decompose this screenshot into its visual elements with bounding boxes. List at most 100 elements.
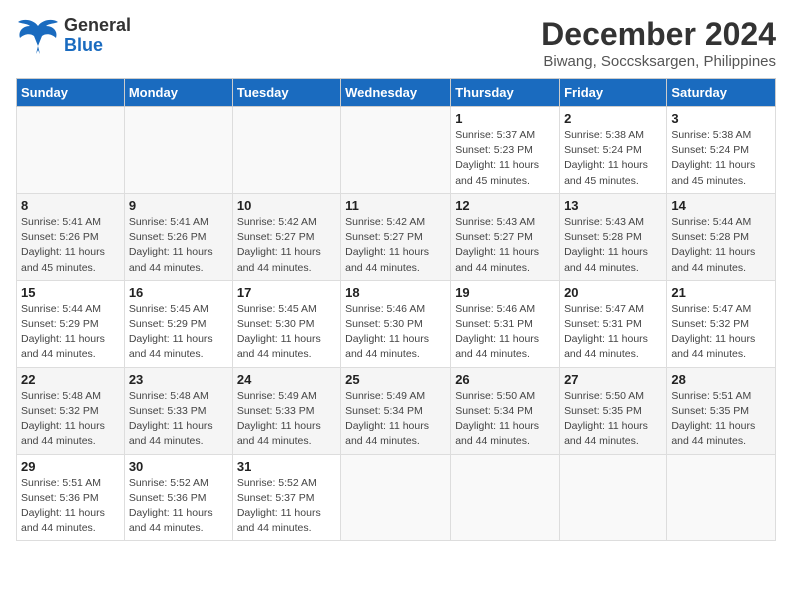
day-info: Sunrise: 5:51 AMSunset: 5:35 PMDaylight:…: [671, 389, 771, 450]
calendar-table: SundayMondayTuesdayWednesdayThursdayFrid…: [16, 78, 776, 541]
calendar-cell: 8 Sunrise: 5:41 AMSunset: 5:26 PMDaylight…: [17, 193, 125, 280]
day-number: 28: [671, 372, 771, 387]
day-info: Sunrise: 5:50 AMSunset: 5:35 PMDaylight:…: [564, 389, 662, 450]
day-number: 10: [237, 198, 336, 213]
calendar-cell: 22 Sunrise: 5:48 AMSunset: 5:32 PMDayligh…: [17, 367, 125, 454]
day-number: 14: [671, 198, 771, 213]
calendar-cell: 12Sunrise: 5:43 AMSunset: 5:27 PMDayligh…: [451, 193, 560, 280]
day-info: Sunrise: 5:41 AMSunset: 5:26 PMDaylight:…: [129, 215, 228, 276]
day-info: Sunrise: 5:48 AMSunset: 5:33 PMDaylight:…: [129, 389, 228, 450]
day-number: 30: [129, 459, 228, 474]
calendar-cell: 26 Sunrise: 5:50 AMSunset: 5:34 PMDayligh…: [451, 367, 560, 454]
day-number: 13: [564, 198, 662, 213]
day-info: Sunrise: 5:37 AMSunset: 5:23 PMDaylight:…: [455, 128, 555, 189]
calendar-cell: 19 Sunrise: 5:46 AMSunset: 5:31 PMDayligh…: [451, 280, 560, 367]
day-number: 12: [455, 198, 555, 213]
calendar-cell: 30 Sunrise: 5:52 AMSunset: 5:36 PMDayligh…: [124, 454, 232, 541]
header-monday: Monday: [124, 79, 232, 107]
day-info: Sunrise: 5:45 AMSunset: 5:30 PMDaylight:…: [237, 302, 336, 363]
day-info: Sunrise: 5:47 AMSunset: 5:31 PMDaylight:…: [564, 302, 662, 363]
calendar-cell: 25 Sunrise: 5:49 AMSunset: 5:34 PMDayligh…: [341, 367, 451, 454]
calendar-cell: 2 Sunrise: 5:38 AMSunset: 5:24 PMDaylight…: [560, 107, 667, 194]
calendar-cell: 21 Sunrise: 5:47 AMSunset: 5:32 PMDayligh…: [667, 280, 776, 367]
day-info: Sunrise: 5:50 AMSunset: 5:34 PMDaylight:…: [455, 389, 555, 450]
day-info: Sunrise: 5:51 AMSunset: 5:36 PMDaylight:…: [21, 476, 120, 537]
day-info: Sunrise: 5:52 AMSunset: 5:36 PMDaylight:…: [129, 476, 228, 537]
day-number: 31: [237, 459, 336, 474]
header-friday: Friday: [560, 79, 667, 107]
day-info: Sunrise: 5:45 AMSunset: 5:29 PMDaylight:…: [129, 302, 228, 363]
title-area: December 2024 Biwang, Soccsksargen, Phil…: [541, 16, 776, 70]
week-row-1: 1 Sunrise: 5:37 AMSunset: 5:23 PMDaylight…: [17, 107, 776, 194]
calendar-cell: 10Sunrise: 5:42 AMSunset: 5:27 PMDayligh…: [232, 193, 340, 280]
calendar-cell: [451, 454, 560, 541]
week-row-5: 29 Sunrise: 5:51 AMSunset: 5:36 PMDayligh…: [17, 454, 776, 541]
calendar-cell: [17, 107, 125, 194]
day-info: Sunrise: 5:49 AMSunset: 5:34 PMDaylight:…: [345, 389, 446, 450]
calendar-cell: 17 Sunrise: 5:45 AMSunset: 5:30 PMDayligh…: [232, 280, 340, 367]
calendar-cell: 18 Sunrise: 5:46 AMSunset: 5:30 PMDayligh…: [341, 280, 451, 367]
day-info: Sunrise: 5:43 AMSunset: 5:28 PMDaylight:…: [564, 215, 662, 276]
day-number: 8: [21, 198, 120, 213]
day-number: 19: [455, 285, 555, 300]
page-header: General Blue December 2024 Biwang, Soccs…: [16, 16, 776, 70]
calendar-cell: 29 Sunrise: 5:51 AMSunset: 5:36 PMDayligh…: [17, 454, 125, 541]
calendar-cell: [341, 454, 451, 541]
day-number: 21: [671, 285, 771, 300]
day-number: 2: [564, 111, 662, 126]
calendar-cell: 24Sunrise: 5:49 AMSunset: 5:33 PMDayligh…: [232, 367, 340, 454]
day-number: 22: [21, 372, 120, 387]
calendar-cell: 27 Sunrise: 5:50 AMSunset: 5:35 PMDayligh…: [560, 367, 667, 454]
day-info: Sunrise: 5:38 AMSunset: 5:24 PMDaylight:…: [671, 128, 771, 189]
calendar-cell: 20 Sunrise: 5:47 AMSunset: 5:31 PMDayligh…: [560, 280, 667, 367]
day-number: 26: [455, 372, 555, 387]
header-saturday: Saturday: [667, 79, 776, 107]
calendar-cell: 14 Sunrise: 5:44 AMSunset: 5:28 PMDayligh…: [667, 193, 776, 280]
header-tuesday: Tuesday: [232, 79, 340, 107]
calendar-cell: 9 Sunrise: 5:41 AMSunset: 5:26 PMDaylight…: [124, 193, 232, 280]
calendar-cell: 31 Sunrise: 5:52 AMSunset: 5:37 PMDayligh…: [232, 454, 340, 541]
day-info: Sunrise: 5:52 AMSunset: 5:37 PMDaylight:…: [237, 476, 336, 537]
calendar-cell: [667, 454, 776, 541]
day-info: Sunrise: 5:42 AMSunset: 5:27 PMDaylight:…: [345, 215, 446, 276]
day-number: 23: [129, 372, 228, 387]
day-number: 16: [129, 285, 228, 300]
page-subtitle: Biwang, Soccsksargen, Philippines: [541, 53, 776, 70]
page-title: December 2024: [541, 16, 776, 53]
calendar-cell: 3 Sunrise: 5:38 AMSunset: 5:24 PMDaylight…: [667, 107, 776, 194]
day-number: 1: [455, 111, 555, 126]
header-sunday: Sunday: [17, 79, 125, 107]
day-info: Sunrise: 5:46 AMSunset: 5:30 PMDaylight:…: [345, 302, 446, 363]
header-thursday: Thursday: [451, 79, 560, 107]
day-info: Sunrise: 5:38 AMSunset: 5:24 PMDaylight:…: [564, 128, 662, 189]
day-number: 25: [345, 372, 446, 387]
day-info: Sunrise: 5:46 AMSunset: 5:31 PMDaylight:…: [455, 302, 555, 363]
day-info: Sunrise: 5:44 AMSunset: 5:29 PMDaylight:…: [21, 302, 120, 363]
day-number: 3: [671, 111, 771, 126]
day-info: Sunrise: 5:47 AMSunset: 5:32 PMDaylight:…: [671, 302, 771, 363]
calendar-cell: 11 Sunrise: 5:42 AMSunset: 5:27 PMDayligh…: [341, 193, 451, 280]
day-number: 24: [237, 372, 336, 387]
day-number: 27: [564, 372, 662, 387]
week-row-3: 15 Sunrise: 5:44 AMSunset: 5:29 PMDayligh…: [17, 280, 776, 367]
logo-text: General Blue: [64, 16, 131, 56]
day-number: 18: [345, 285, 446, 300]
week-row-4: 22 Sunrise: 5:48 AMSunset: 5:32 PMDayligh…: [17, 367, 776, 454]
calendar-cell: [124, 107, 232, 194]
day-number: 11: [345, 198, 446, 213]
calendar-cell: [341, 107, 451, 194]
calendar-cell: [560, 454, 667, 541]
day-number: 20: [564, 285, 662, 300]
calendar-cell: 15 Sunrise: 5:44 AMSunset: 5:29 PMDayligh…: [17, 280, 125, 367]
day-number: 9: [129, 198, 228, 213]
day-info: Sunrise: 5:48 AMSunset: 5:32 PMDaylight:…: [21, 389, 120, 450]
calendar-cell: 16 Sunrise: 5:45 AMSunset: 5:29 PMDayligh…: [124, 280, 232, 367]
header-wednesday: Wednesday: [341, 79, 451, 107]
day-info: Sunrise: 5:41 AMSunset: 5:26 PMDaylight:…: [21, 215, 120, 276]
header-row: SundayMondayTuesdayWednesdayThursdayFrid…: [17, 79, 776, 107]
day-number: 17: [237, 285, 336, 300]
calendar-cell: 13 Sunrise: 5:43 AMSunset: 5:28 PMDayligh…: [560, 193, 667, 280]
day-number: 29: [21, 459, 120, 474]
day-info: Sunrise: 5:44 AMSunset: 5:28 PMDaylight:…: [671, 215, 771, 276]
day-number: 15: [21, 285, 120, 300]
